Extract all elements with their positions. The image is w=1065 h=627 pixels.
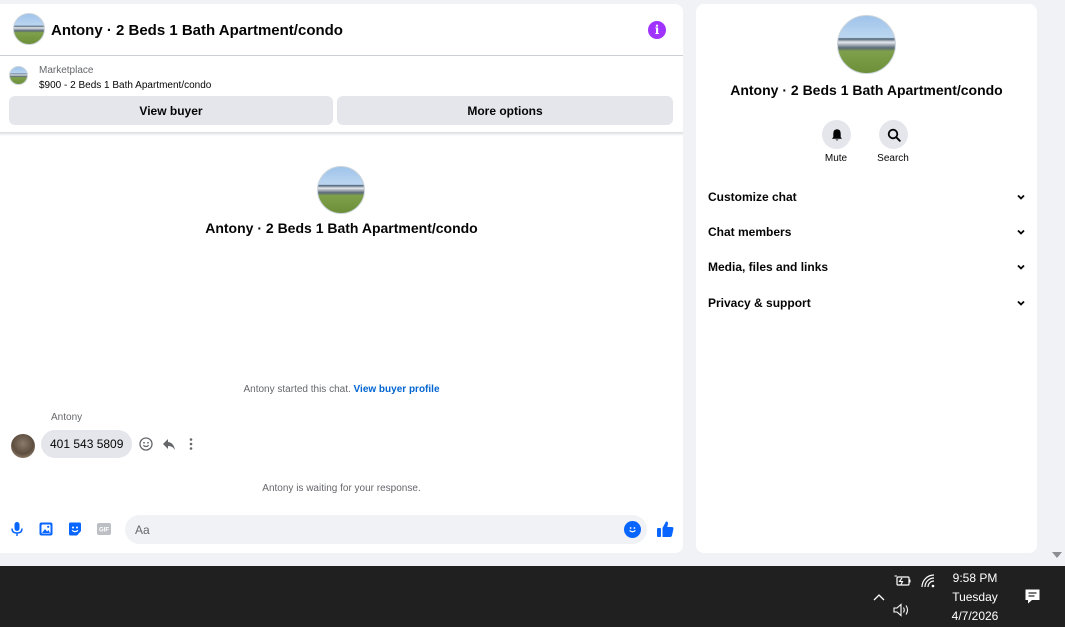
mute-label: Mute (824, 153, 848, 164)
view-buyer-profile-link[interactable]: View buyer profile (354, 384, 440, 395)
message-input[interactable] (135, 515, 615, 544)
sticker-icon[interactable] (66, 520, 84, 538)
info-icon[interactable]: i (648, 21, 666, 39)
volume-icon[interactable] (893, 601, 911, 619)
section-chat-members[interactable]: Chat members (708, 217, 1026, 247)
sender-avatar[interactable] (11, 434, 35, 458)
conversation-title: Antony · 2 Beds 1 Bath Apartment/condo (205, 220, 478, 236)
chat-panel: Antony · 2 Beds 1 Bath Apartment/condo i… (0, 4, 683, 553)
sender-name: Antony (51, 412, 83, 423)
section-label: Chat members (708, 225, 792, 239)
message-bubble[interactable]: 401 543 5809 (41, 430, 133, 458)
mic-icon[interactable] (8, 520, 26, 538)
section-label: Privacy & support (708, 296, 811, 310)
svg-text:GIF: GIF (99, 528, 109, 534)
section-privacy-support[interactable]: Privacy & support (708, 288, 1026, 318)
chat-started-notice: Antony started this chat. View buyer pro… (0, 384, 683, 395)
bell-icon (831, 128, 842, 140)
message-composer[interactable] (125, 515, 647, 544)
mute-button[interactable] (822, 120, 851, 149)
chat-header: Antony · 2 Beds 1 Bath Apartment/condo i (0, 4, 683, 56)
page-scrollbar[interactable] (1048, 0, 1065, 566)
conversation-avatar (317, 166, 365, 214)
details-avatar (837, 15, 896, 74)
header-divider (0, 132, 683, 136)
section-media-files-links[interactable]: Media, files and links (708, 252, 1026, 282)
chat-title[interactable]: Antony · 2 Beds 1 Bath Apartment/condo (51, 22, 343, 39)
wifi-icon[interactable] (919, 572, 937, 590)
listing-thumbnail (9, 66, 28, 85)
scroll-down-arrow[interactable] (1052, 552, 1062, 558)
search-icon (887, 128, 901, 142)
marketplace-listing[interactable]: Marketplace $900 - 2 Beds 1 Bath Apartme… (0, 57, 683, 97)
reply-icon[interactable] (161, 436, 177, 452)
chat-details-panel: Antony · 2 Beds 1 Bath Apartment/condo M… (696, 4, 1037, 553)
details-title: Antony · 2 Beds 1 Bath Apartment/condo (730, 82, 1003, 98)
section-customize-chat[interactable]: Customize chat (708, 182, 1026, 212)
chevron-down-icon (1017, 264, 1025, 270)
more-icon[interactable] (183, 436, 199, 452)
taskbar: 9:58 PM Tuesday 4/7/2026 (0, 566, 1065, 627)
search-label: Search (877, 153, 909, 164)
clock-time[interactable]: 9:58 PM (940, 571, 1010, 585)
chevron-down-icon (1017, 300, 1025, 306)
emoji-icon[interactable] (624, 521, 641, 538)
more-options-button[interactable]: More options (337, 96, 673, 125)
section-label: Media, files and links (708, 260, 829, 274)
chat-avatar[interactable] (13, 13, 45, 45)
listing-label: Marketplace (39, 65, 94, 76)
section-label: Customize chat (708, 190, 797, 204)
chat-started-text: Antony started this chat. (243, 384, 351, 395)
chevron-down-icon (1017, 194, 1025, 200)
waiting-notice: Antony is waiting for your response. (262, 483, 421, 494)
clock-day[interactable]: Tuesday (940, 590, 1010, 604)
image-icon[interactable] (37, 520, 55, 538)
view-buyer-button[interactable]: View buyer (9, 96, 333, 125)
notification-icon[interactable] (1022, 586, 1042, 606)
clock-date[interactable]: 4/7/2026 (940, 609, 1010, 623)
react-icon[interactable] (138, 436, 154, 452)
listing-price: $900 - 2 Beds 1 Bath Apartment/condo (39, 80, 212, 91)
thumbs-up-icon[interactable] (655, 519, 675, 539)
battery-icon[interactable] (893, 572, 911, 590)
chevron-down-icon (1017, 229, 1025, 235)
chevron-up-icon[interactable] (870, 588, 888, 606)
search-button[interactable] (879, 120, 908, 149)
gif-icon[interactable]: GIF (95, 520, 113, 538)
